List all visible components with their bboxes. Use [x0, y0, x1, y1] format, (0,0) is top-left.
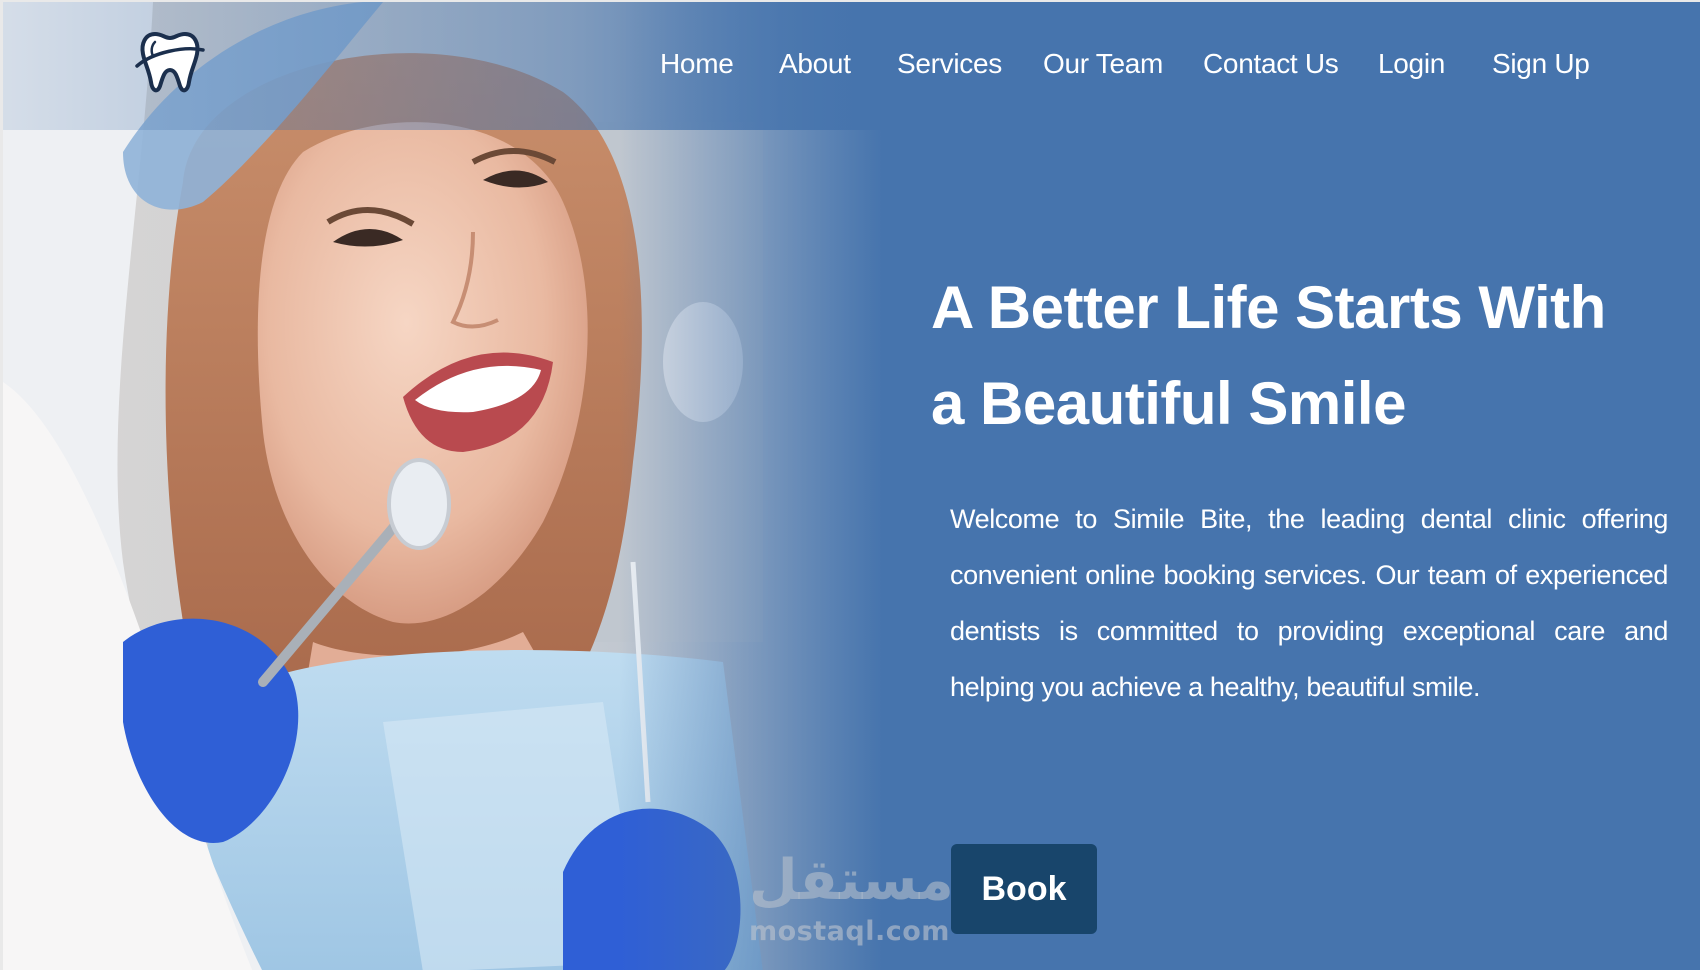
nav-menu: Home About Services Our Team Contact Us …: [3, 2, 1700, 130]
nav-link-about[interactable]: About: [779, 46, 851, 82]
top-navbar: Home About Services Our Team Contact Us …: [3, 2, 1700, 130]
hero-image: [3, 2, 883, 970]
book-button[interactable]: Book: [951, 844, 1097, 934]
hero-description: Welcome to Simile Bite, the leading dent…: [950, 504, 1668, 702]
nav-link-contact-us[interactable]: Contact Us: [1203, 46, 1339, 82]
hero-title: A Better Life Starts With a Beautiful Sm…: [931, 274, 1606, 437]
nav-link-services[interactable]: Services: [897, 46, 1002, 82]
nav-link-our-team[interactable]: Our Team: [1043, 46, 1163, 82]
nav-link-login[interactable]: Login: [1378, 46, 1445, 82]
landing-page: Home About Services Our Team Contact Us …: [0, 0, 1700, 970]
nav-link-sign-up[interactable]: Sign Up: [1492, 46, 1590, 82]
nav-link-home[interactable]: Home: [660, 46, 734, 82]
